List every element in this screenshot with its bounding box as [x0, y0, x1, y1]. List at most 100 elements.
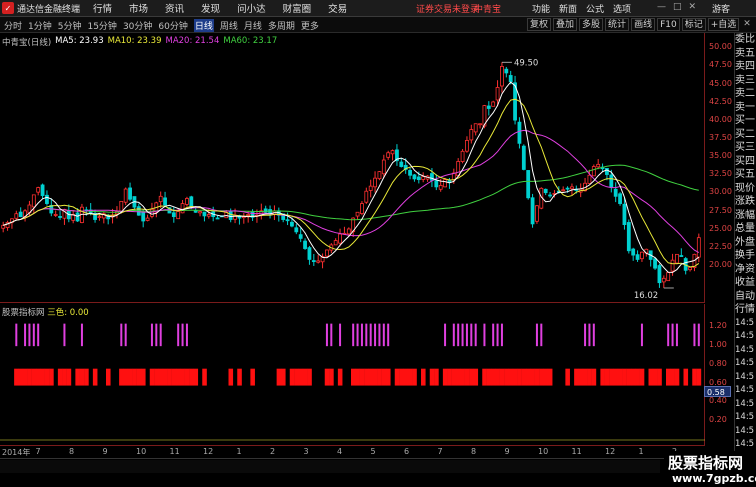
signal-low-bar — [447, 368, 452, 386]
date-tick: 10 — [136, 447, 147, 456]
signal-low-bar — [442, 368, 448, 386]
tab-1min[interactable]: 1分钟 — [28, 19, 52, 32]
tab-fenshi[interactable]: 分时 — [4, 19, 22, 32]
signal-low-bar — [184, 368, 190, 386]
tab-more[interactable]: 更多 — [301, 19, 319, 32]
signal-low-bar — [377, 368, 382, 386]
alert-stock-name: 中青宝 — [474, 5, 502, 15]
candle-body — [635, 254, 640, 260]
menu-item-wenxiaoda[interactable]: 问小达 — [237, 1, 266, 15]
side-label: 14:5 — [735, 358, 755, 368]
trade-login-alert[interactable]: 证券交易未登录 — [416, 2, 479, 15]
candle-body — [399, 161, 404, 167]
menu-item-xinmian[interactable]: 新面 — [559, 2, 577, 15]
date-tick: 7 — [35, 447, 41, 456]
menu-item-caifuquan[interactable]: 财富圈 — [283, 1, 312, 15]
price-chart-pane[interactable]: 49.50 16.02 中青宝(日线) MA5: 23.93 MA10: 23.3… — [0, 33, 705, 303]
candle-body — [355, 211, 360, 217]
candle-body — [364, 190, 369, 203]
candle-body — [460, 150, 465, 162]
signal-low-bar — [62, 368, 67, 386]
signal-low-bar — [421, 368, 426, 386]
tab-multi-period[interactable]: 多周期 — [268, 19, 295, 32]
chart-scrollbar[interactable] — [0, 460, 660, 473]
signal-low-bar — [294, 368, 299, 386]
tab-15min[interactable]: 15分钟 — [87, 19, 116, 32]
candle-body — [163, 197, 167, 206]
candle-body — [298, 234, 303, 239]
menu-item-gongneng[interactable]: 功能 — [532, 2, 550, 15]
side-label: 14:5 — [735, 412, 755, 422]
indicator-tick: 1.00 — [709, 340, 727, 350]
candle-body — [473, 123, 478, 133]
signal-low-bar — [578, 368, 584, 386]
candle-body — [381, 159, 386, 175]
candle-body — [521, 145, 526, 170]
maximize-icon[interactable]: □ — [673, 2, 682, 12]
signal-low-bar — [412, 368, 417, 386]
fuquan-button[interactable]: 复权 — [527, 18, 552, 31]
candle-body — [486, 105, 491, 109]
side-label: 涨跌 — [735, 196, 755, 207]
close-chart-icon[interactable]: ✕ — [741, 18, 753, 31]
multi-stock-button[interactable]: 多股 — [579, 18, 604, 31]
candle-body — [622, 203, 627, 226]
indicator-tick: 0.80 — [709, 358, 727, 368]
candle-body — [543, 188, 548, 194]
candle-body — [443, 179, 447, 188]
tab-monthly[interactable]: 月线 — [244, 19, 262, 32]
ma5-line — [3, 81, 700, 273]
side-label: 14:5 — [735, 371, 755, 382]
candlestick-chart[interactable]: 49.50 16.02 — [0, 33, 705, 303]
menu-item-gongshi[interactable]: 公式 — [586, 2, 604, 15]
signal-low-bar — [617, 368, 623, 386]
draw-line-button[interactable]: 画线 — [631, 18, 656, 31]
candle-body — [307, 247, 312, 260]
signal-low-bar — [329, 368, 334, 386]
menu-item-jiaoyi[interactable]: 交易 — [328, 1, 347, 15]
signal-low-bar — [547, 368, 553, 386]
candle-body — [206, 214, 211, 217]
menu-item-xuanxiang[interactable]: 选项 — [613, 2, 631, 15]
signal-low-bar — [171, 368, 177, 386]
date-tick: 3 — [303, 447, 309, 456]
signal-low-bar — [434, 368, 439, 386]
stats-button[interactable]: 统计 — [605, 18, 630, 31]
menu-item-hangqing[interactable]: 行情 — [93, 1, 112, 15]
tab-60min[interactable]: 60分钟 — [158, 19, 187, 32]
signal-low-bar — [141, 368, 146, 386]
menu-item-shichang[interactable]: 市场 — [129, 1, 148, 15]
close-icon[interactable]: ✕ — [689, 2, 697, 12]
candle-body — [526, 170, 531, 199]
mark-button[interactable]: 标记 — [681, 18, 706, 31]
stock-title: 中青宝(日线) — [2, 38, 52, 48]
candle-body — [377, 171, 382, 180]
add-watchlist-button[interactable]: +自选 — [707, 18, 740, 31]
signal-low-bar — [394, 368, 400, 386]
menu-item-faxian[interactable]: 发现 — [201, 1, 220, 15]
tab-daily[interactable]: 日线 — [193, 19, 214, 32]
indicator-pane[interactable]: 股票指标网 三色: 0.00 — [0, 304, 705, 446]
signal-low-bar — [587, 368, 592, 386]
overlay-button[interactable]: 叠加 — [553, 18, 578, 31]
menu-item-zixun[interactable]: 资讯 — [165, 1, 184, 15]
candle-body — [386, 152, 391, 158]
signal-low-bar — [600, 368, 605, 386]
signal-low-bar — [631, 368, 636, 386]
candle-body — [500, 66, 504, 87]
price-tick: 50.00 — [709, 42, 732, 52]
signal-chart[interactable] — [0, 304, 705, 446]
side-label: 净资 — [735, 263, 755, 275]
side-label: 买四 — [735, 155, 755, 167]
f10-button[interactable]: F10 — [657, 18, 680, 31]
tab-5min[interactable]: 5分钟 — [58, 19, 82, 32]
signal-low-bar — [429, 368, 435, 386]
signal-low-bar — [495, 368, 500, 386]
tab-30min[interactable]: 30分钟 — [123, 19, 152, 32]
candle-body — [171, 212, 176, 218]
minimize-icon[interactable]: — — [657, 2, 666, 12]
guest-user[interactable]: 游客 — [712, 2, 730, 15]
tab-weekly[interactable]: 周线 — [220, 19, 238, 32]
side-label: 14:5 — [735, 425, 755, 436]
candle-body — [294, 227, 299, 233]
